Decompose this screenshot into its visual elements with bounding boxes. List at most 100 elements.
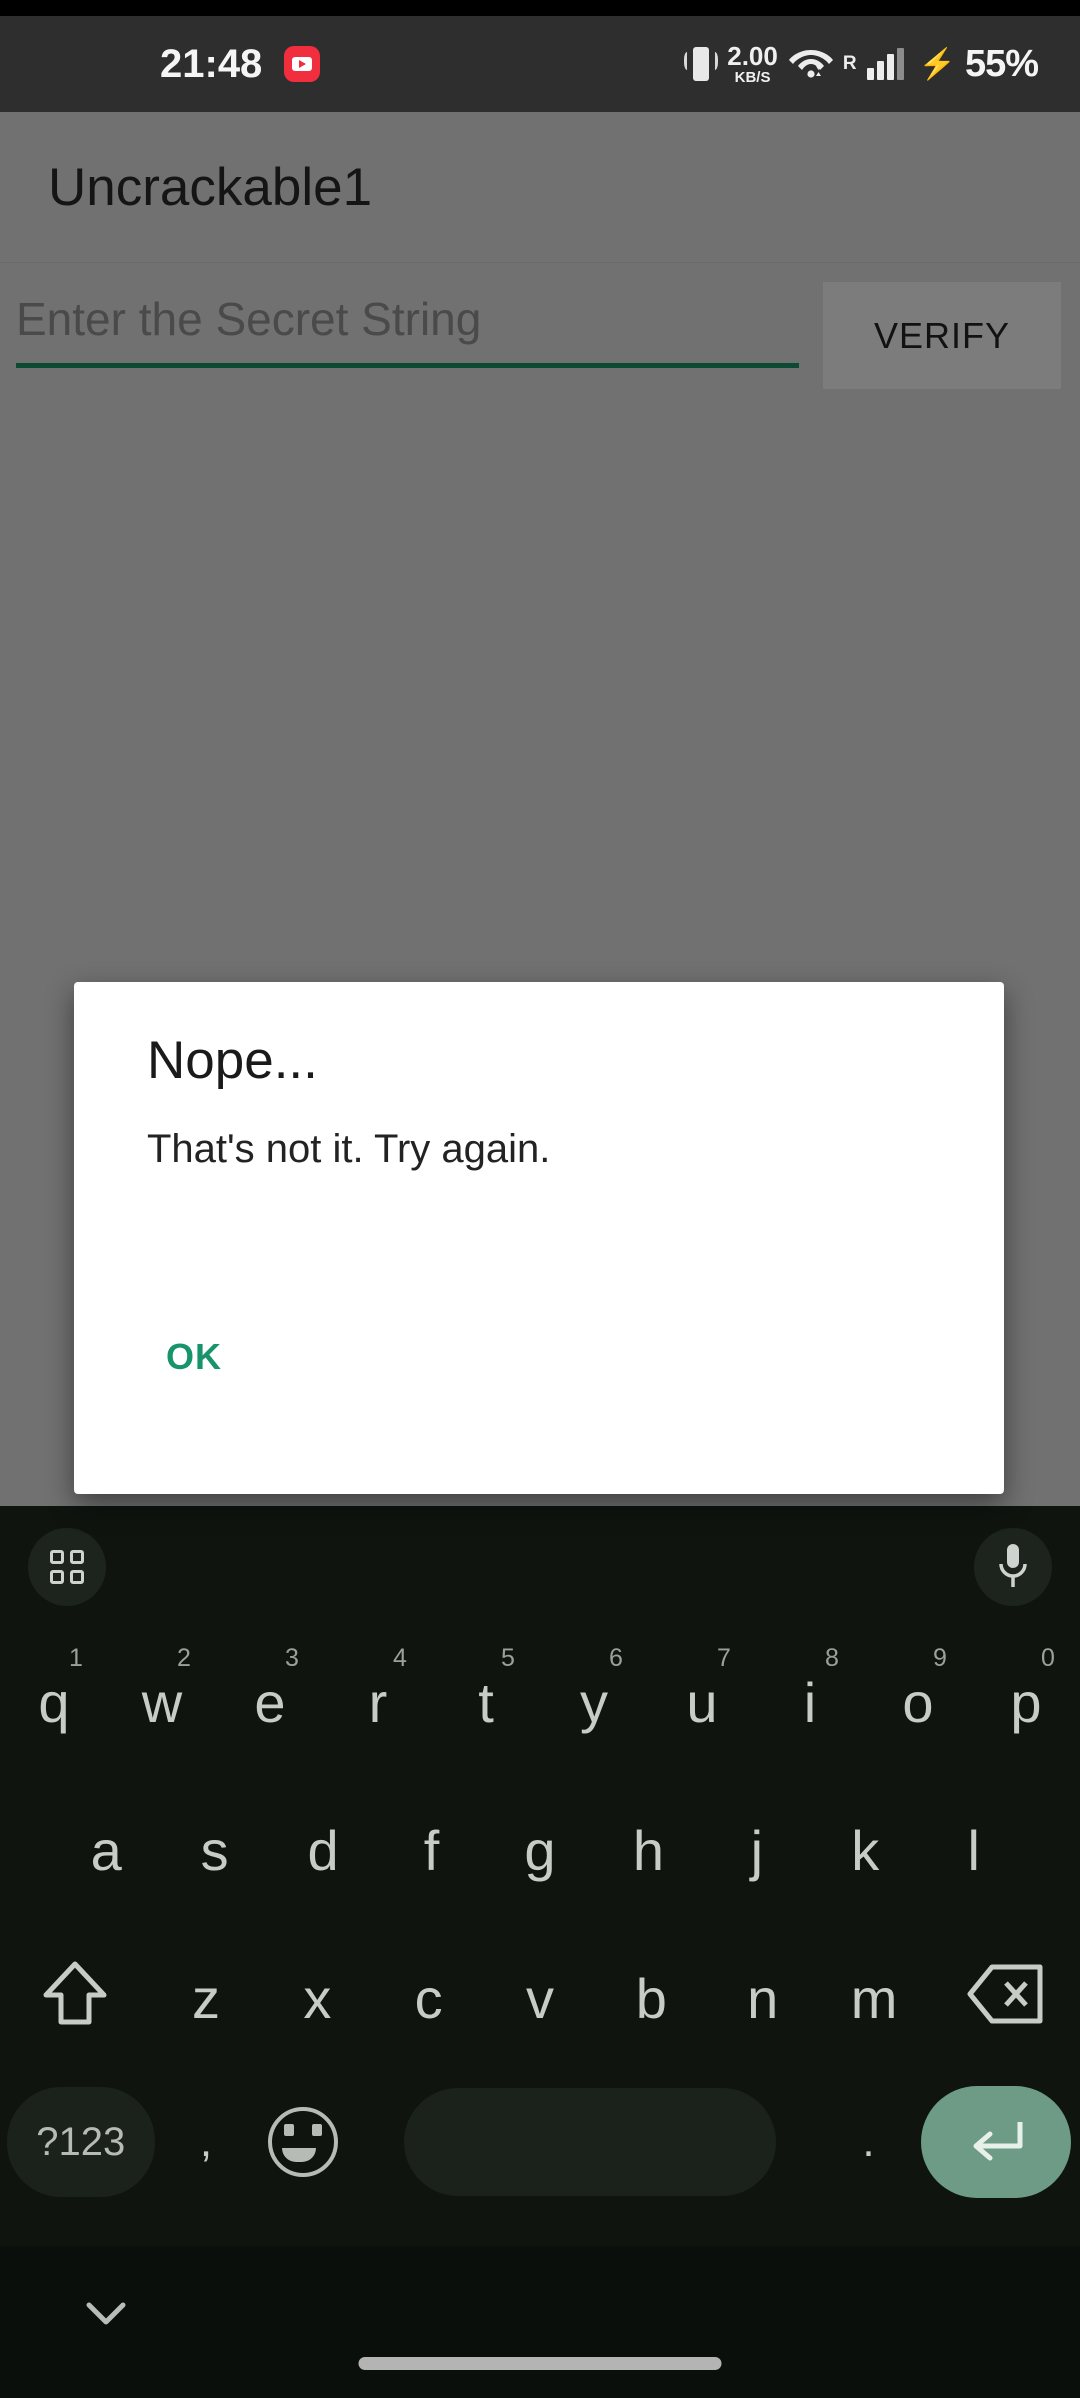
charging-bolt-icon: ⚡: [918, 47, 956, 81]
key-s[interactable]: s: [160, 1772, 268, 1920]
key-m[interactable]: m: [818, 1920, 929, 2068]
vibrate-icon: [684, 43, 719, 85]
dialog-ok-button[interactable]: OK: [136, 1320, 252, 1394]
home-indicator[interactable]: [358, 2357, 722, 2370]
key-q-label: q: [38, 1670, 70, 1734]
on-screen-keyboard: 1q 2w 3e 4r 5t 6y 7u 8i 9o 0p a s d f g …: [0, 1506, 1080, 2246]
space-key[interactable]: [356, 2068, 824, 2216]
key-o[interactable]: 9o: [864, 1624, 972, 1772]
key-l-label: l: [967, 1818, 980, 1882]
status-bar-left: 21:48: [160, 41, 321, 87]
secret-input[interactable]: Enter the Secret String: [10, 272, 800, 380]
key-h[interactable]: h: [594, 1772, 702, 1920]
key-k[interactable]: k: [811, 1772, 919, 1920]
key-p[interactable]: 0p: [972, 1624, 1080, 1772]
key-period-label: .: [862, 2117, 875, 2166]
key-f[interactable]: f: [377, 1772, 485, 1920]
keyboard-row-3: z x c v b n m: [0, 1920, 1080, 2068]
key-q[interactable]: 1q: [0, 1624, 108, 1772]
key-b[interactable]: b: [596, 1920, 707, 2068]
key-j-label: j: [750, 1818, 764, 1882]
keyboard-toolbar: [0, 1506, 1080, 1624]
status-bar: 21:48 2.00 KB/S R ⚡ 55%: [0, 16, 1080, 112]
symbols-key[interactable]: ?123: [0, 2068, 161, 2216]
key-period[interactable]: .: [824, 2068, 913, 2216]
enter-icon: [921, 2086, 1072, 2198]
signal-bars-icon: [866, 48, 904, 80]
key-u[interactable]: 7u: [648, 1624, 756, 1772]
key-y[interactable]: 6y: [540, 1624, 648, 1772]
chevron-down-icon[interactable]: [78, 2294, 134, 2334]
key-j[interactable]: j: [703, 1772, 811, 1920]
alert-dialog: Nope... That's not it. Try again. OK: [74, 982, 1004, 1494]
key-w-number: 2: [177, 1644, 191, 1672]
dialog-message: That's not it. Try again.: [147, 1127, 551, 1171]
key-comma[interactable]: ,: [161, 2068, 250, 2216]
key-r[interactable]: 4r: [324, 1624, 432, 1772]
roaming-indicator: R: [842, 53, 857, 74]
key-x[interactable]: x: [262, 1920, 373, 2068]
key-t-number: 5: [501, 1644, 515, 1672]
key-e[interactable]: 3e: [216, 1624, 324, 1772]
key-r-number: 4: [393, 1644, 407, 1672]
network-speed-indicator: 2.00 KB/S: [727, 43, 778, 85]
key-g-label: g: [524, 1818, 556, 1882]
key-e-number: 3: [285, 1644, 299, 1672]
verify-button[interactable]: VERIFY: [823, 282, 1061, 389]
keyboard-row-1: 1q 2w 3e 4r 5t 6y 7u 8i 9o 0p: [0, 1624, 1080, 1772]
key-t-label: t: [478, 1670, 494, 1734]
shift-icon[interactable]: [0, 1920, 150, 2068]
page-title: Uncrackable1: [48, 157, 373, 217]
key-d[interactable]: d: [269, 1772, 377, 1920]
secret-input-placeholder: Enter the Secret String: [16, 293, 482, 345]
key-f-label: f: [423, 1818, 440, 1882]
youtube-icon: [284, 46, 321, 82]
phone-screen: 21:48 2.00 KB/S R ⚡ 55% Uncrackable1 Ent…: [0, 0, 1080, 2398]
backspace-icon[interactable]: [930, 1920, 1080, 2068]
key-r-label: r: [368, 1670, 388, 1734]
key-y-label: y: [580, 1670, 608, 1734]
key-m-label: m: [850, 1966, 898, 2030]
enter-key[interactable]: [913, 2068, 1080, 2216]
key-u-number: 7: [717, 1644, 731, 1672]
microphone-icon[interactable]: [974, 1528, 1052, 1606]
key-comma-label: ,: [199, 2117, 213, 2166]
status-bar-right: 2.00 KB/S R ⚡ 55%: [684, 42, 1039, 86]
key-c[interactable]: c: [373, 1920, 484, 2068]
key-w[interactable]: 2w: [108, 1624, 216, 1772]
key-v-label: v: [526, 1966, 555, 2030]
key-p-number: 0: [1041, 1644, 1055, 1672]
emoji-icon[interactable]: [251, 2068, 357, 2216]
network-speed-unit: KB/S: [734, 69, 771, 86]
key-a[interactable]: a: [52, 1772, 160, 1920]
key-w-label: w: [141, 1670, 183, 1734]
app-bar: Uncrackable1: [0, 112, 1080, 263]
key-g[interactable]: g: [486, 1772, 594, 1920]
navigation-bar: [0, 2246, 1080, 2398]
apps-grid-icon[interactable]: [28, 1528, 106, 1606]
key-i[interactable]: 8i: [756, 1624, 864, 1772]
status-clock: 21:48: [160, 41, 263, 86]
network-speed-value: 2.00: [727, 41, 778, 71]
key-a-label: a: [90, 1818, 122, 1882]
key-b-label: b: [635, 1966, 667, 2030]
key-n[interactable]: n: [707, 1920, 818, 2068]
top-bezel: [0, 0, 1080, 16]
dialog-title: Nope...: [147, 1031, 318, 1090]
key-q-number: 1: [69, 1644, 83, 1672]
key-i-number: 8: [825, 1644, 839, 1672]
keyboard-rows: 1q 2w 3e 4r 5t 6y 7u 8i 9o 0p a s d f g …: [0, 1624, 1080, 2216]
key-o-number: 9: [933, 1644, 947, 1672]
key-u-label: u: [686, 1670, 718, 1734]
key-x-label: x: [303, 1966, 332, 2030]
key-z[interactable]: z: [150, 1920, 261, 2068]
battery-percent: 55%: [964, 42, 1039, 85]
key-v[interactable]: v: [484, 1920, 595, 2068]
key-i-label: i: [803, 1670, 817, 1734]
key-c-label: c: [414, 1966, 443, 2030]
key-p-label: p: [1010, 1670, 1042, 1734]
secret-input-underline: [16, 363, 799, 368]
key-l[interactable]: l: [920, 1772, 1028, 1920]
secret-input-row: Enter the Secret String VERIFY: [0, 272, 1080, 392]
key-t[interactable]: 5t: [432, 1624, 540, 1772]
